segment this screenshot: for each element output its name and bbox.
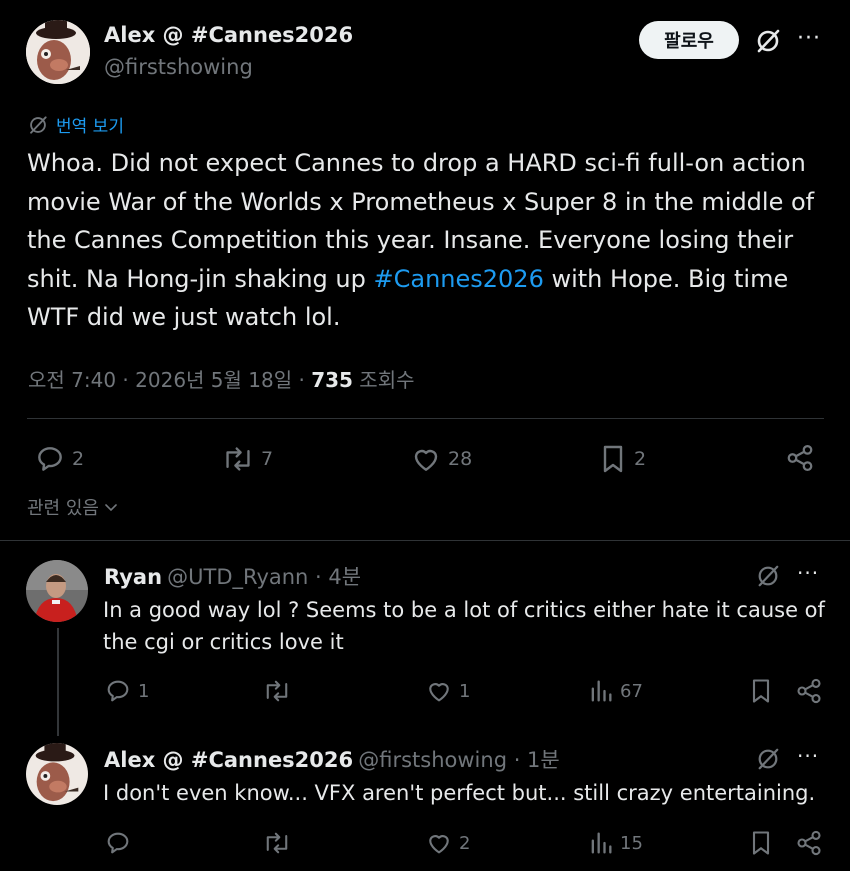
repost-count: 7: [261, 448, 274, 470]
more-options-icon[interactable]: ···: [797, 746, 819, 766]
repost-icon: [262, 829, 292, 857]
bookmark-button[interactable]: [748, 829, 774, 857]
share-icon: [795, 677, 823, 705]
timestamp[interactable]: 오전 7:40 · 2026년 5월 18일 ·: [28, 368, 311, 392]
like-button[interactable]: 2: [425, 829, 470, 857]
reply-author-handle[interactable]: @UTD_Ryann: [167, 565, 308, 589]
views-label: 조회수: [352, 368, 415, 392]
views-count: 67: [620, 680, 643, 702]
reply-text: In a good way lol ? Seems to be a lot of…: [103, 598, 825, 654]
bookmark-icon: [598, 443, 628, 475]
views-count: 735: [311, 368, 353, 392]
grok-icon[interactable]: [752, 562, 784, 590]
author-name[interactable]: Alex @ #Cannes2026: [104, 23, 353, 47]
like-count: 28: [448, 448, 473, 470]
reply-text: I don't even know... VFX aren't perfect …: [103, 781, 816, 805]
share-icon: [795, 829, 823, 857]
analytics-icon: [588, 677, 614, 705]
tweet-text: Whoa. Did not expect Cannes to drop a HA…: [27, 144, 827, 337]
heart-icon: [425, 829, 453, 857]
share-icon: [785, 443, 815, 473]
chevron-down-icon: [103, 499, 119, 515]
views-button[interactable]: 67: [588, 677, 643, 705]
reply-author-handle[interactable]: @firstshowing: [358, 748, 507, 772]
tweet-meta: 오전 7:40 · 2026년 5월 18일 · 735 조회수: [28, 364, 415, 393]
related-dropdown[interactable]: 관련 있음: [27, 494, 119, 520]
reply-icon: [34, 443, 66, 475]
bookmark-button[interactable]: [748, 677, 774, 705]
section-divider: [0, 540, 850, 541]
reply-count: 1: [138, 680, 150, 702]
repost-button[interactable]: [262, 677, 298, 705]
repost-button[interactable]: 7: [221, 443, 273, 475]
reply-button[interactable]: 2: [34, 443, 84, 475]
share-button[interactable]: [795, 677, 823, 705]
share-button[interactable]: [785, 443, 815, 473]
like-count: 1: [459, 680, 471, 702]
like-button[interactable]: 1: [425, 677, 470, 705]
reply-author-name[interactable]: Ryan: [104, 565, 162, 589]
like-button[interactable]: 28: [410, 443, 472, 475]
related-label: 관련 있음: [27, 498, 99, 519]
reply-author-name[interactable]: Alex @ #Cannes2026: [104, 748, 353, 772]
views-button[interactable]: 15: [588, 829, 643, 857]
thread-line: [57, 628, 59, 736]
analytics-icon: [588, 829, 614, 857]
reply-avatar[interactable]: [26, 743, 88, 805]
views-count: 15: [620, 832, 643, 854]
reply-count: 2: [72, 448, 85, 470]
reply-time[interactable]: · 4분: [308, 565, 361, 589]
reply-icon: [104, 829, 132, 857]
divider: [27, 418, 824, 419]
more-options-icon[interactable]: ···: [797, 563, 819, 583]
grok-icon[interactable]: [752, 745, 784, 773]
repost-icon: [262, 677, 292, 705]
like-count: 2: [459, 832, 471, 854]
repost-button[interactable]: [262, 829, 298, 857]
grok-icon[interactable]: [752, 25, 784, 57]
reply-header: Ryan @UTD_Ryann · 4분: [104, 561, 361, 591]
bookmark-icon: [748, 829, 774, 857]
bookmark-icon: [748, 677, 774, 705]
translate-link[interactable]: 번역 보기: [28, 112, 124, 137]
reply-icon: [104, 677, 132, 705]
author-handle[interactable]: @firstshowing: [104, 55, 253, 79]
share-button[interactable]: [795, 829, 823, 857]
translate-label: 번역 보기: [56, 117, 124, 137]
reply-avatar[interactable]: [26, 560, 88, 622]
author-avatar[interactable]: [26, 20, 90, 84]
translate-icon: [28, 115, 48, 135]
follow-button[interactable]: 팔로우: [639, 21, 739, 59]
heart-icon: [425, 677, 453, 705]
bookmark-count: 2: [634, 448, 647, 470]
reply-header: Alex @ #Cannes2026 @firstshowing · 1분: [104, 744, 560, 774]
more-options-icon[interactable]: ···: [797, 28, 821, 50]
repost-icon: [221, 443, 255, 475]
reply-button[interactable]: [104, 829, 138, 857]
hashtag-link[interactable]: #Cannes2026: [374, 265, 544, 293]
reply-button[interactable]: 1: [104, 677, 149, 705]
heart-icon: [410, 443, 442, 475]
reply-time[interactable]: · 1분: [507, 748, 560, 772]
bookmark-button[interactable]: 2: [598, 443, 646, 475]
